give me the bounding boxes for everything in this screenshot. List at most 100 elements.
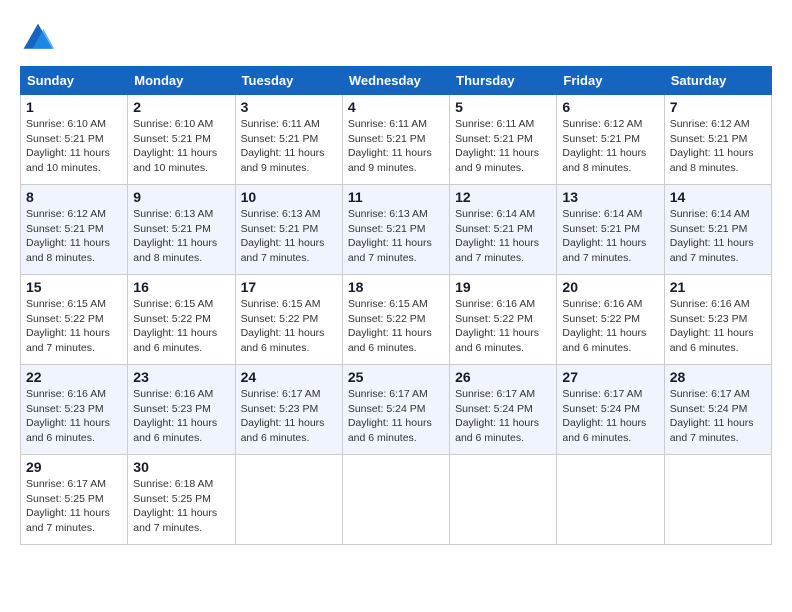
- day-number: 18: [348, 279, 444, 295]
- day-info: Sunrise: 6:13 AMSunset: 5:21 PMDaylight:…: [133, 207, 229, 266]
- day-info: Sunrise: 6:17 AMSunset: 5:24 PMDaylight:…: [562, 387, 658, 446]
- calendar-day-cell: 4Sunrise: 6:11 AMSunset: 5:21 PMDaylight…: [342, 95, 449, 185]
- weekday-header: Monday: [128, 67, 235, 95]
- day-number: 16: [133, 279, 229, 295]
- day-number: 22: [26, 369, 122, 385]
- day-info: Sunrise: 6:14 AMSunset: 5:21 PMDaylight:…: [562, 207, 658, 266]
- day-number: 11: [348, 189, 444, 205]
- day-number: 10: [241, 189, 337, 205]
- calendar-day-cell: [450, 455, 557, 545]
- day-number: 9: [133, 189, 229, 205]
- day-info: Sunrise: 6:11 AMSunset: 5:21 PMDaylight:…: [241, 117, 337, 176]
- day-info: Sunrise: 6:13 AMSunset: 5:21 PMDaylight:…: [348, 207, 444, 266]
- calendar-day-cell: [235, 455, 342, 545]
- calendar-body: 1 Sunrise: 6:10 AMSunset: 5:21 PMDaylight…: [21, 95, 772, 545]
- calendar-week-row: 15 Sunrise: 6:15 AMSunset: 5:22 PMDayligh…: [21, 275, 772, 365]
- day-number: 2: [133, 99, 229, 115]
- day-info: Sunrise: 6:11 AMSunset: 5:21 PMDaylight:…: [455, 117, 551, 176]
- day-number: 15: [26, 279, 122, 295]
- day-info: Sunrise: 6:17 AMSunset: 5:24 PMDaylight:…: [348, 387, 444, 446]
- day-number: 29: [26, 459, 122, 475]
- calendar-day-cell: 2 Sunrise: 6:10 AMSunset: 5:21 PMDaylight…: [128, 95, 235, 185]
- day-info: Sunrise: 6:15 AMSunset: 5:22 PMDaylight:…: [348, 297, 444, 356]
- day-info: Sunrise: 6:10 AMSunset: 5:21 PMDaylight:…: [133, 117, 229, 176]
- calendar-day-cell: 1 Sunrise: 6:10 AMSunset: 5:21 PMDaylight…: [21, 95, 128, 185]
- logo-icon: [20, 20, 56, 56]
- calendar-day-cell: 10 Sunrise: 6:13 AMSunset: 5:21 PMDayligh…: [235, 185, 342, 275]
- calendar-day-cell: 7 Sunrise: 6:12 AMSunset: 5:21 PMDaylight…: [664, 95, 771, 185]
- day-info: Sunrise: 6:16 AMSunset: 5:23 PMDaylight:…: [133, 387, 229, 446]
- weekday-header: Thursday: [450, 67, 557, 95]
- calendar-week-row: 8Sunrise: 6:12 AMSunset: 5:21 PMDaylight…: [21, 185, 772, 275]
- day-info: Sunrise: 6:17 AMSunset: 5:24 PMDaylight:…: [455, 387, 551, 446]
- calendar-day-cell: 29Sunrise: 6:17 AMSunset: 5:25 PMDayligh…: [21, 455, 128, 545]
- weekdays-row: SundayMondayTuesdayWednesdayThursdayFrid…: [21, 67, 772, 95]
- day-info: Sunrise: 6:17 AMSunset: 5:24 PMDaylight:…: [670, 387, 766, 446]
- day-info: Sunrise: 6:17 AMSunset: 5:23 PMDaylight:…: [241, 387, 337, 446]
- day-info: Sunrise: 6:12 AMSunset: 5:21 PMDaylight:…: [670, 117, 766, 176]
- calendar-day-cell: [664, 455, 771, 545]
- calendar-week-row: 29Sunrise: 6:17 AMSunset: 5:25 PMDayligh…: [21, 455, 772, 545]
- day-info: Sunrise: 6:15 AMSunset: 5:22 PMDaylight:…: [133, 297, 229, 356]
- calendar-day-cell: 9 Sunrise: 6:13 AMSunset: 5:21 PMDaylight…: [128, 185, 235, 275]
- day-number: 23: [133, 369, 229, 385]
- calendar-day-cell: 28 Sunrise: 6:17 AMSunset: 5:24 PMDayligh…: [664, 365, 771, 455]
- day-info: Sunrise: 6:12 AMSunset: 5:21 PMDaylight:…: [26, 207, 122, 266]
- day-number: 27: [562, 369, 658, 385]
- day-info: Sunrise: 6:16 AMSunset: 5:23 PMDaylight:…: [670, 297, 766, 356]
- calendar-day-cell: 19 Sunrise: 6:16 AMSunset: 5:22 PMDayligh…: [450, 275, 557, 365]
- calendar-day-cell: [557, 455, 664, 545]
- day-number: 21: [670, 279, 766, 295]
- day-number: 6: [562, 99, 658, 115]
- day-number: 24: [241, 369, 337, 385]
- weekday-header: Sunday: [21, 67, 128, 95]
- day-info: Sunrise: 6:16 AMSunset: 5:22 PMDaylight:…: [455, 297, 551, 356]
- day-info: Sunrise: 6:11 AMSunset: 5:21 PMDaylight:…: [348, 117, 444, 176]
- day-number: 25: [348, 369, 444, 385]
- weekday-header: Saturday: [664, 67, 771, 95]
- calendar-day-cell: 22Sunrise: 6:16 AMSunset: 5:23 PMDayligh…: [21, 365, 128, 455]
- calendar-day-cell: 27 Sunrise: 6:17 AMSunset: 5:24 PMDayligh…: [557, 365, 664, 455]
- weekday-header: Tuesday: [235, 67, 342, 95]
- day-number: 30: [133, 459, 229, 475]
- calendar-day-cell: 3 Sunrise: 6:11 AMSunset: 5:21 PMDaylight…: [235, 95, 342, 185]
- calendar-day-cell: 24 Sunrise: 6:17 AMSunset: 5:23 PMDayligh…: [235, 365, 342, 455]
- day-number: 20: [562, 279, 658, 295]
- calendar-week-row: 22 Sunrise: 6:16 AMSunset: 5:23 PMDayligh…: [21, 365, 772, 455]
- day-number: 28: [670, 369, 766, 385]
- day-info: Sunrise: 6:15 AMSunset: 5:22 PMDaylight:…: [241, 297, 337, 356]
- calendar-day-cell: 5 Sunrise: 6:11 AMSunset: 5:21 PMDaylight…: [450, 95, 557, 185]
- calendar-day-cell: 20 Sunrise: 6:16 AMSunset: 5:22 PMDayligh…: [557, 275, 664, 365]
- day-number: 7: [670, 99, 766, 115]
- calendar-day-cell: 21 Sunrise: 6:16 AMSunset: 5:23 PMDayligh…: [664, 275, 771, 365]
- logo: [20, 20, 60, 56]
- day-info: Sunrise: 6:14 AMSunset: 5:21 PMDaylight:…: [670, 207, 766, 266]
- calendar-table: SundayMondayTuesdayWednesdayThursdayFrid…: [20, 66, 772, 545]
- day-info: Sunrise: 6:13 AMSunset: 5:21 PMDaylight:…: [241, 207, 337, 266]
- calendar-day-cell: 25 Sunrise: 6:17 AMSunset: 5:24 PMDayligh…: [342, 365, 449, 455]
- calendar-day-cell: 8Sunrise: 6:12 AMSunset: 5:21 PMDaylight…: [21, 185, 128, 275]
- calendar-day-cell: 15 Sunrise: 6:15 AMSunset: 5:22 PMDayligh…: [21, 275, 128, 365]
- calendar-day-cell: 13Sunrise: 6:14 AMSunset: 5:21 PMDayligh…: [557, 185, 664, 275]
- day-info: Sunrise: 6:18 AMSunset: 5:25 PMDaylight:…: [133, 477, 229, 536]
- day-number: 14: [670, 189, 766, 205]
- calendar-day-cell: 23 Sunrise: 6:16 AMSunset: 5:23 PMDayligh…: [128, 365, 235, 455]
- day-number: 1: [26, 99, 122, 115]
- calendar-day-cell: 18 Sunrise: 6:15 AMSunset: 5:22 PMDayligh…: [342, 275, 449, 365]
- day-number: 12: [455, 189, 551, 205]
- day-number: 3: [241, 99, 337, 115]
- calendar-day-cell: 12Sunrise: 6:14 AMSunset: 5:21 PMDayligh…: [450, 185, 557, 275]
- calendar-day-cell: 11 Sunrise: 6:13 AMSunset: 5:21 PMDayligh…: [342, 185, 449, 275]
- day-info: Sunrise: 6:10 AMSunset: 5:21 PMDaylight:…: [26, 117, 122, 176]
- day-info: Sunrise: 6:16 AMSunset: 5:22 PMDaylight:…: [562, 297, 658, 356]
- day-number: 19: [455, 279, 551, 295]
- calendar-week-row: 1 Sunrise: 6:10 AMSunset: 5:21 PMDaylight…: [21, 95, 772, 185]
- day-number: 17: [241, 279, 337, 295]
- day-number: 5: [455, 99, 551, 115]
- calendar-day-cell: 14 Sunrise: 6:14 AMSunset: 5:21 PMDayligh…: [664, 185, 771, 275]
- calendar-day-cell: 6Sunrise: 6:12 AMSunset: 5:21 PMDaylight…: [557, 95, 664, 185]
- day-info: Sunrise: 6:15 AMSunset: 5:22 PMDaylight:…: [26, 297, 122, 356]
- day-number: 26: [455, 369, 551, 385]
- calendar-day-cell: 30 Sunrise: 6:18 AMSunset: 5:25 PMDayligh…: [128, 455, 235, 545]
- calendar-day-cell: [342, 455, 449, 545]
